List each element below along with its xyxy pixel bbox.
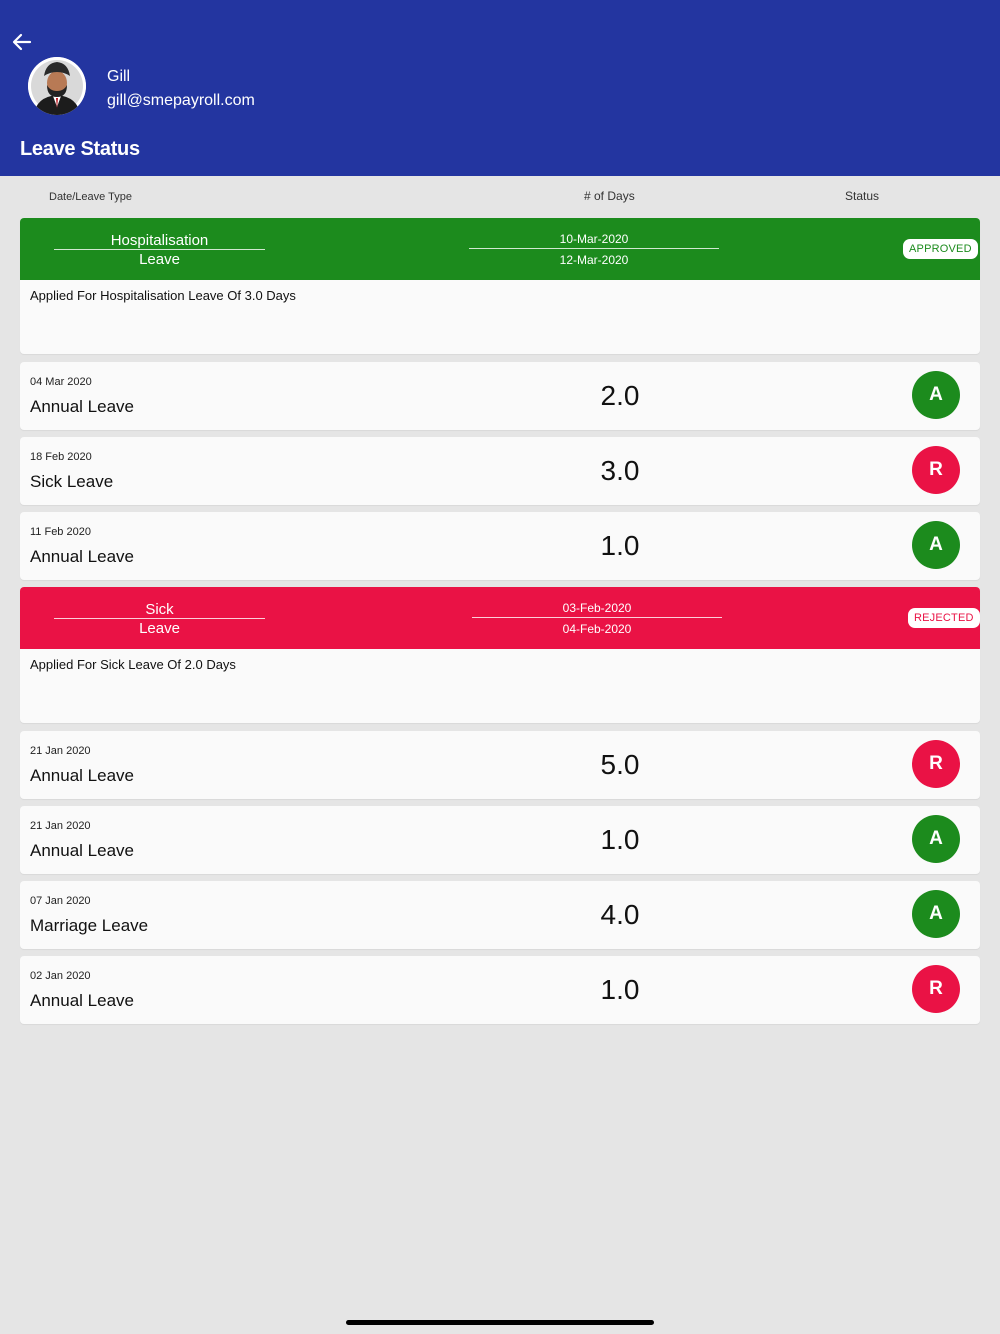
avatar [28,57,86,115]
divider [54,249,265,250]
leave-days: 1.0 [600,974,640,1005]
leave-date: 07 Jan 2020 [30,895,91,907]
leave-days: 1.0 [600,530,640,561]
list-item[interactable]: 21 Jan 2020 Annual Leave 1.0 A [20,806,980,874]
leave-type-line2: Leave [139,620,180,637]
column-headers: Date/Leave Type # of Days Status [0,176,1000,216]
leave-to-date: 12-Mar-2020 [559,253,629,267]
column-header-date-type: Date/Leave Type [49,191,132,203]
leave-days: 5.0 [600,749,640,780]
status-badge: R [912,740,960,788]
list-item[interactable]: 02 Jan 2020 Annual Leave 1.0 R [20,956,980,1024]
user-email: gill@smepayroll.com [107,92,255,109]
leave-type: Annual Leave [30,766,134,785]
leave-days: 2.0 [600,380,640,411]
list-item[interactable]: 18 Feb 2020 Sick Leave 3.0 R [20,437,980,505]
column-header-status: Status [845,189,880,203]
leave-type: Annual Leave [30,841,134,860]
leave-from-date: 03-Feb-2020 [562,601,632,615]
app-header: Gill gill@smepayroll.com Leave Status [0,0,1000,176]
list-item[interactable]: 04 Mar 2020 Annual Leave 2.0 A [20,362,980,430]
leave-date: 02 Jan 2020 [30,970,91,982]
list-item[interactable]: 07 Jan 2020 Marriage Leave 4.0 A [20,881,980,949]
leave-date: 11 Feb 2020 [30,526,91,538]
status-badge: A [912,521,960,569]
leave-to-date: 04-Feb-2020 [562,622,632,636]
leave-type: Annual Leave [30,547,134,566]
status-badge: A [912,371,960,419]
leave-detail-banner: Hospitalisation Leave 10-Mar-2020 12-Mar… [20,218,980,280]
status-badge: R [912,965,960,1013]
divider [469,248,719,249]
leave-date: 21 Jan 2020 [30,745,91,757]
divider [54,618,265,619]
divider [472,617,722,618]
leave-type: Sick Leave [30,472,114,491]
leave-description: Applied For Hospitalisation Leave Of 3.0… [30,288,296,303]
status-badge: APPROVED [903,239,978,259]
leave-type-line2: Leave [139,251,180,268]
leave-detail-card[interactable]: Hospitalisation Leave 10-Mar-2020 12-Mar… [20,218,980,354]
status-badge: REJECTED [908,608,980,628]
column-header-days: # of Days [584,189,635,203]
leave-days: 4.0 [600,899,640,930]
list-item[interactable]: 11 Feb 2020 Annual Leave 1.0 A [20,512,980,580]
leave-date: 18 Feb 2020 [30,451,92,463]
leave-type: Annual Leave [30,991,134,1010]
home-indicator [346,1320,654,1325]
status-badge: A [912,815,960,863]
leave-date: 04 Mar 2020 [30,376,92,388]
page-title: Leave Status [20,138,140,160]
leave-date: 21 Jan 2020 [30,820,91,832]
arrow-left-icon[interactable] [10,30,34,54]
leave-type-line1: Hospitalisation [110,232,209,249]
leave-description: Applied For Sick Leave Of 2.0 Days [30,657,236,672]
leave-from-date: 10-Mar-2020 [559,232,629,246]
leave-type: Marriage Leave [30,916,149,935]
user-name: Gill [107,68,131,85]
list-item[interactable]: 21 Jan 2020 Annual Leave 5.0 R [20,731,980,799]
leave-days: 1.0 [600,824,640,855]
leave-type: Annual Leave [30,397,134,416]
status-badge: A [912,890,960,938]
leave-type-line1: Sick [145,601,174,618]
leave-days: 3.0 [600,455,640,486]
status-badge: R [912,446,960,494]
leave-detail-banner: Sick Leave 03-Feb-2020 04-Feb-2020 REJEC… [20,587,980,649]
leave-detail-card[interactable]: Sick Leave 03-Feb-2020 04-Feb-2020 REJEC… [20,587,980,723]
